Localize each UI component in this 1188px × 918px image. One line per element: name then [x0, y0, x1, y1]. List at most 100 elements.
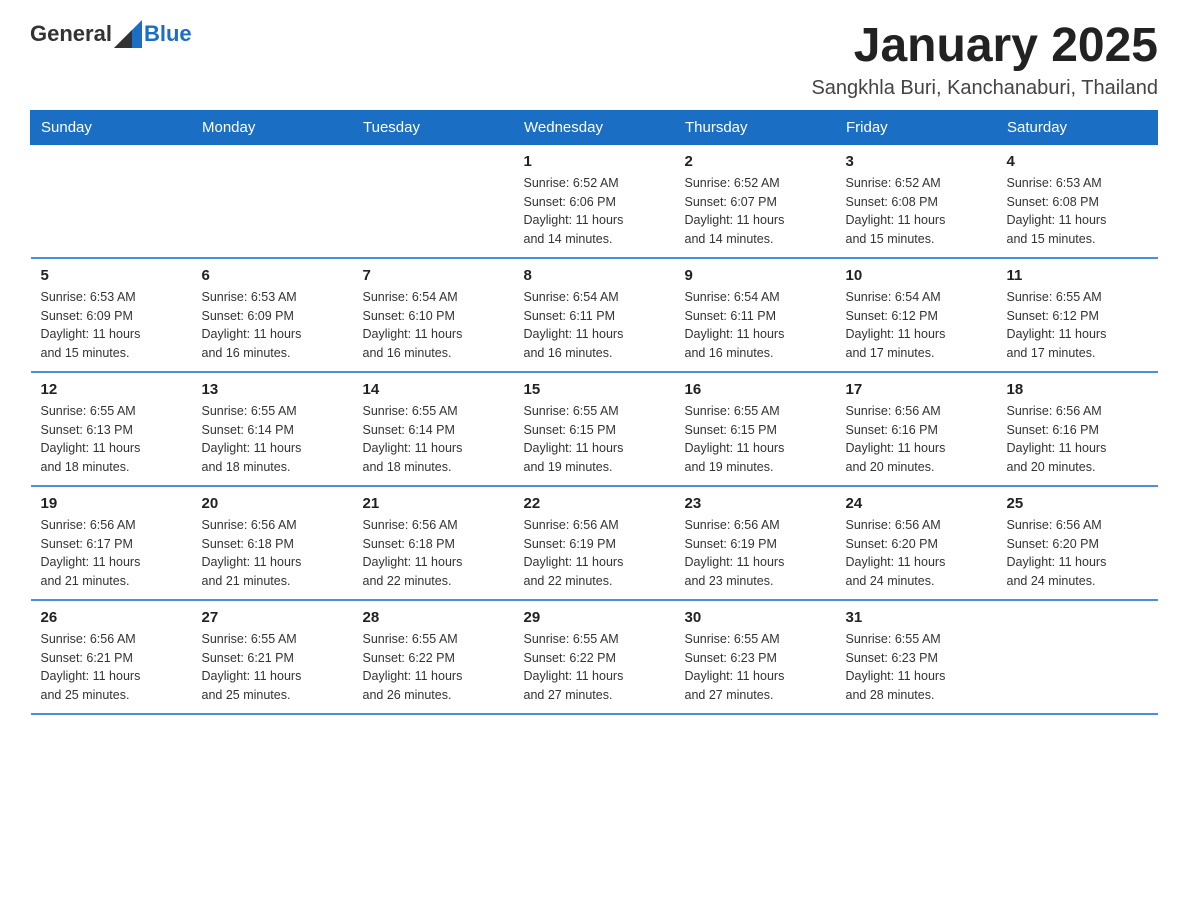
- day-number: 30: [685, 609, 826, 626]
- location-subtitle: Sangkhla Buri, Kanchanaburi, Thailand: [811, 77, 1158, 100]
- day-number: 10: [846, 267, 987, 284]
- header-saturday: Saturday: [997, 110, 1158, 144]
- day-number: 24: [846, 495, 987, 512]
- logo-general-text: General: [30, 21, 112, 47]
- day-info: Sunrise: 6:54 AM Sunset: 6:11 PM Dayligh…: [524, 288, 665, 363]
- logo-blue-text: Blue: [144, 21, 192, 47]
- day-number: 26: [41, 609, 182, 626]
- calendar-cell: 30 Sunrise: 6:55 AM Sunset: 6:23 PM Dayli…: [675, 600, 836, 714]
- day-info: Sunrise: 6:55 AM Sunset: 6:12 PM Dayligh…: [1007, 288, 1148, 363]
- calendar-cell: 21 Sunrise: 6:56 AM Sunset: 6:18 PM Dayli…: [353, 486, 514, 600]
- day-info: Sunrise: 6:52 AM Sunset: 6:07 PM Dayligh…: [685, 174, 826, 249]
- day-info: Sunrise: 6:56 AM Sunset: 6:20 PM Dayligh…: [846, 516, 987, 591]
- day-info: Sunrise: 6:54 AM Sunset: 6:11 PM Dayligh…: [685, 288, 826, 363]
- calendar-cell: [31, 144, 192, 258]
- header: General Blue January 2025 Sangkhla Buri,…: [30, 20, 1158, 100]
- day-info: Sunrise: 6:56 AM Sunset: 6:19 PM Dayligh…: [685, 516, 826, 591]
- calendar-cell: 7Sunrise: 6:54 AM Sunset: 6:10 PM Daylig…: [353, 258, 514, 372]
- day-info: Sunrise: 6:56 AM Sunset: 6:16 PM Dayligh…: [846, 402, 987, 477]
- calendar-cell: 23 Sunrise: 6:56 AM Sunset: 6:19 PM Dayli…: [675, 486, 836, 600]
- day-info: Sunrise: 6:53 AM Sunset: 6:09 PM Dayligh…: [202, 288, 343, 363]
- day-info: Sunrise: 6:53 AM Sunset: 6:08 PM Dayligh…: [1007, 174, 1148, 249]
- calendar-cell: 5Sunrise: 6:53 AM Sunset: 6:09 PM Daylig…: [31, 258, 192, 372]
- calendar-cell: 27 Sunrise: 6:55 AM Sunset: 6:21 PM Dayli…: [192, 600, 353, 714]
- calendar-week-row: 19 Sunrise: 6:56 AM Sunset: 6:17 PM Dayli…: [31, 486, 1158, 600]
- day-info: Sunrise: 6:55 AM Sunset: 6:23 PM Dayligh…: [846, 630, 987, 705]
- day-info: Sunrise: 6:55 AM Sunset: 6:22 PM Dayligh…: [363, 630, 504, 705]
- calendar-cell: 20 Sunrise: 6:56 AM Sunset: 6:18 PM Dayli…: [192, 486, 353, 600]
- day-info: Sunrise: 6:56 AM Sunset: 6:21 PM Dayligh…: [41, 630, 182, 705]
- day-number: 22: [524, 495, 665, 512]
- day-info: Sunrise: 6:55 AM Sunset: 6:21 PM Dayligh…: [202, 630, 343, 705]
- calendar-cell: 31Sunrise: 6:55 AM Sunset: 6:23 PM Dayli…: [836, 600, 997, 714]
- day-info: Sunrise: 6:54 AM Sunset: 6:12 PM Dayligh…: [846, 288, 987, 363]
- day-number: 21: [363, 495, 504, 512]
- day-info: Sunrise: 6:55 AM Sunset: 6:23 PM Dayligh…: [685, 630, 826, 705]
- day-number: 19: [41, 495, 182, 512]
- calendar-week-row: 5Sunrise: 6:53 AM Sunset: 6:09 PM Daylig…: [31, 258, 1158, 372]
- day-info: Sunrise: 6:54 AM Sunset: 6:10 PM Dayligh…: [363, 288, 504, 363]
- calendar-cell: 25 Sunrise: 6:56 AM Sunset: 6:20 PM Dayli…: [997, 486, 1158, 600]
- calendar-cell: 10 Sunrise: 6:54 AM Sunset: 6:12 PM Dayli…: [836, 258, 997, 372]
- day-number: 8: [524, 267, 665, 284]
- calendar-cell: 14Sunrise: 6:55 AM Sunset: 6:14 PM Dayli…: [353, 372, 514, 486]
- day-info: Sunrise: 6:52 AM Sunset: 6:08 PM Dayligh…: [846, 174, 987, 249]
- day-number: 3: [846, 153, 987, 170]
- calendar-cell: 3 Sunrise: 6:52 AM Sunset: 6:08 PM Daylig…: [836, 144, 997, 258]
- calendar-cell: 12Sunrise: 6:55 AM Sunset: 6:13 PM Dayli…: [31, 372, 192, 486]
- day-info: Sunrise: 6:55 AM Sunset: 6:13 PM Dayligh…: [41, 402, 182, 477]
- day-info: Sunrise: 6:56 AM Sunset: 6:18 PM Dayligh…: [202, 516, 343, 591]
- day-number: 23: [685, 495, 826, 512]
- day-number: 13: [202, 381, 343, 398]
- day-number: 16: [685, 381, 826, 398]
- day-info: Sunrise: 6:55 AM Sunset: 6:15 PM Dayligh…: [524, 402, 665, 477]
- calendar-cell: 22 Sunrise: 6:56 AM Sunset: 6:19 PM Dayli…: [514, 486, 675, 600]
- calendar-cell: [353, 144, 514, 258]
- calendar-cell: 13 Sunrise: 6:55 AM Sunset: 6:14 PM Dayli…: [192, 372, 353, 486]
- header-wednesday: Wednesday: [514, 110, 675, 144]
- day-number: 27: [202, 609, 343, 626]
- day-number: 14: [363, 381, 504, 398]
- calendar-cell: 15 Sunrise: 6:55 AM Sunset: 6:15 PM Dayli…: [514, 372, 675, 486]
- calendar-cell: 26 Sunrise: 6:56 AM Sunset: 6:21 PM Dayli…: [31, 600, 192, 714]
- day-number: 6: [202, 267, 343, 284]
- day-number: 2: [685, 153, 826, 170]
- day-number: 11: [1007, 267, 1148, 284]
- day-info: Sunrise: 6:56 AM Sunset: 6:18 PM Dayligh…: [363, 516, 504, 591]
- header-tuesday: Tuesday: [353, 110, 514, 144]
- day-info: Sunrise: 6:55 AM Sunset: 6:14 PM Dayligh…: [202, 402, 343, 477]
- day-number: 20: [202, 495, 343, 512]
- calendar-cell: 16 Sunrise: 6:55 AM Sunset: 6:15 PM Dayli…: [675, 372, 836, 486]
- day-info: Sunrise: 6:56 AM Sunset: 6:19 PM Dayligh…: [524, 516, 665, 591]
- calendar-week-row: 1Sunrise: 6:52 AM Sunset: 6:06 PM Daylig…: [31, 144, 1158, 258]
- calendar-cell: 11 Sunrise: 6:55 AM Sunset: 6:12 PM Dayli…: [997, 258, 1158, 372]
- day-info: Sunrise: 6:53 AM Sunset: 6:09 PM Dayligh…: [41, 288, 182, 363]
- calendar-cell: 24 Sunrise: 6:56 AM Sunset: 6:20 PM Dayli…: [836, 486, 997, 600]
- calendar-week-row: 26 Sunrise: 6:56 AM Sunset: 6:21 PM Dayli…: [31, 600, 1158, 714]
- header-monday: Monday: [192, 110, 353, 144]
- day-number: 15: [524, 381, 665, 398]
- calendar-cell: [997, 600, 1158, 714]
- calendar-cell: 19 Sunrise: 6:56 AM Sunset: 6:17 PM Dayli…: [31, 486, 192, 600]
- day-number: 9: [685, 267, 826, 284]
- header-thursday: Thursday: [675, 110, 836, 144]
- calendar-cell: 18Sunrise: 6:56 AM Sunset: 6:16 PM Dayli…: [997, 372, 1158, 486]
- logo: General Blue: [30, 20, 192, 48]
- day-info: Sunrise: 6:55 AM Sunset: 6:15 PM Dayligh…: [685, 402, 826, 477]
- calendar-cell: 28Sunrise: 6:55 AM Sunset: 6:22 PM Dayli…: [353, 600, 514, 714]
- calendar-cell: [192, 144, 353, 258]
- header-friday: Friday: [836, 110, 997, 144]
- calendar-cell: 6 Sunrise: 6:53 AM Sunset: 6:09 PM Daylig…: [192, 258, 353, 372]
- day-info: Sunrise: 6:52 AM Sunset: 6:06 PM Dayligh…: [524, 174, 665, 249]
- day-number: 29: [524, 609, 665, 626]
- day-number: 25: [1007, 495, 1148, 512]
- day-info: Sunrise: 6:56 AM Sunset: 6:20 PM Dayligh…: [1007, 516, 1148, 591]
- day-info: Sunrise: 6:56 AM Sunset: 6:17 PM Dayligh…: [41, 516, 182, 591]
- calendar-cell: 9 Sunrise: 6:54 AM Sunset: 6:11 PM Daylig…: [675, 258, 836, 372]
- calendar-cell: 29Sunrise: 6:55 AM Sunset: 6:22 PM Dayli…: [514, 600, 675, 714]
- calendar-table: SundayMondayTuesdayWednesdayThursdayFrid…: [30, 110, 1158, 715]
- calendar-cell: 4Sunrise: 6:53 AM Sunset: 6:08 PM Daylig…: [997, 144, 1158, 258]
- header-sunday: Sunday: [31, 110, 192, 144]
- day-info: Sunrise: 6:56 AM Sunset: 6:16 PM Dayligh…: [1007, 402, 1148, 477]
- calendar-week-row: 12Sunrise: 6:55 AM Sunset: 6:13 PM Dayli…: [31, 372, 1158, 486]
